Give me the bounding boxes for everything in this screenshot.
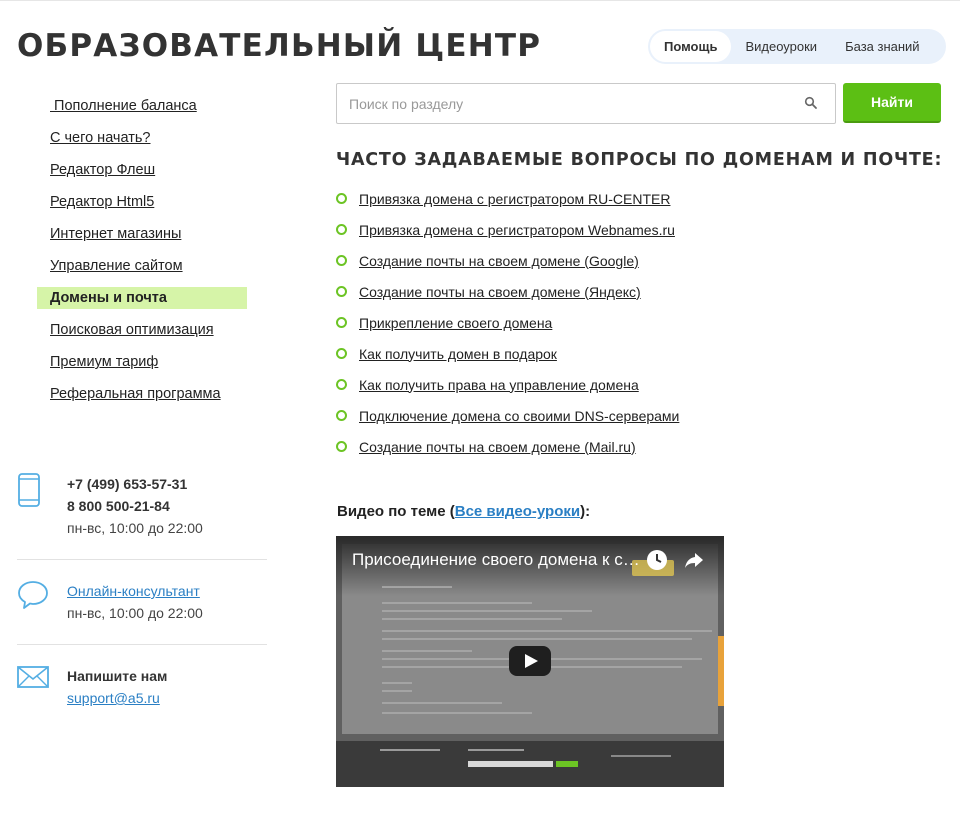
write-us-label: Напишите нам <box>67 668 168 684</box>
sidebar-item-online-stores[interactable]: Интернет магазины <box>37 218 247 250</box>
watch-later-icon[interactable] <box>646 549 668 571</box>
faq-link[interactable]: Прикрепление своего домена <box>359 315 552 331</box>
contact-divider <box>17 644 267 645</box>
sidebar-item-flash-editor[interactable]: Редактор Флеш <box>37 154 247 186</box>
share-icon[interactable] <box>683 550 705 570</box>
video-label-prefix: Видео по теме ( <box>337 503 455 520</box>
faq-link[interactable]: Как получить домен в подарок <box>359 346 557 362</box>
sidebar-item-getting-started[interactable]: С чего начать? <box>37 122 247 154</box>
video-scroll-accent <box>718 636 724 706</box>
bullet-circle-icon <box>336 379 347 390</box>
sidebar-item-domains-mail[interactable]: Домены и почта <box>37 287 247 309</box>
consultant-hours: пн-вс, 10:00 до 22:00 <box>67 605 203 621</box>
phone-number-2: 8 800 500-21-84 <box>67 498 170 514</box>
search-button[interactable]: Найти <box>843 83 941 123</box>
search-input[interactable] <box>336 83 836 124</box>
faq-link[interactable]: Создание почты на своем домене (Mail.ru) <box>359 439 636 455</box>
sidebar-item-premium[interactable]: Премиум тариф <box>37 346 247 378</box>
sidebar-nav: Пополнение баланса С чего начать? Редакт… <box>37 90 247 410</box>
bullet-circle-icon <box>336 441 347 452</box>
list-item: Создание почты на своем домене (Яндекс) <box>336 276 679 307</box>
list-item: Привязка домена с регистратором RU-CENTE… <box>336 183 679 214</box>
all-video-lessons-link[interactable]: Все видео-уроки <box>455 503 580 520</box>
sidebar-item-site-management[interactable]: Управление сайтом <box>37 250 247 282</box>
tab-video-lessons[interactable]: Видеоуроки <box>731 31 831 62</box>
bullet-circle-icon <box>336 348 347 359</box>
faq-link[interactable]: Создание почты на своем домене (Google) <box>359 253 639 269</box>
online-consultant-link[interactable]: Онлайн-консультант <box>67 580 203 602</box>
sidebar-item-seo[interactable]: Поисковая оптимизация <box>37 314 247 346</box>
chat-bubble-icon <box>18 581 48 609</box>
sidebar-item-html5-editor[interactable]: Редактор Html5 <box>37 186 247 218</box>
faq-link[interactable]: Привязка домена с регистратором RU-CENTE… <box>359 191 670 207</box>
faq-list: Привязка домена с регистратором RU-CENTE… <box>336 183 679 462</box>
bullet-circle-icon <box>336 286 347 297</box>
contact-consultant-block: Онлайн-консультант пн-вс, 10:00 до 22:00 <box>17 580 267 630</box>
sidebar-item-top-up-balance[interactable]: Пополнение баланса <box>37 90 247 122</box>
list-item: Прикрепление своего домена <box>336 307 679 338</box>
faq-link[interactable]: Подключение домена со своими DNS-сервера… <box>359 408 679 424</box>
bullet-circle-icon <box>336 410 347 421</box>
contact-divider <box>17 559 267 560</box>
tab-help[interactable]: Помощь <box>650 31 732 62</box>
video-title[interactable]: Присоединение своего домена к сайту <box>352 550 642 570</box>
list-item: Как получить домен в подарок <box>336 338 679 369</box>
bullet-circle-icon <box>336 255 347 266</box>
sidebar-item-referral[interactable]: Реферальная программа <box>37 378 247 410</box>
tab-knowledge-base[interactable]: База знаний <box>831 31 934 62</box>
list-item: Подключение домена со своими DNS-сервера… <box>336 400 679 431</box>
list-item: Создание почты на своем домене (Mail.ru) <box>336 431 679 462</box>
bullet-circle-icon <box>336 193 347 204</box>
video-player[interactable]: Присоединение своего домена к сайту <box>336 536 724 787</box>
bullet-circle-icon <box>336 317 347 328</box>
phone-icon <box>18 473 40 507</box>
page-title: ОБРАЗОВАТЕЛЬНЫЙ ЦЕНТР <box>17 28 542 64</box>
contact-phone-block: +7 (499) 653-57-31 8 800 500-21-84 пн-вс… <box>17 473 267 543</box>
top-border <box>0 0 960 1</box>
faq-heading: ЧАСТО ЗАДАВАЕМЫЕ ВОПРОСЫ ПО ДОМЕНАМ И ПО… <box>336 150 943 170</box>
phone-number-1: +7 (499) 653-57-31 <box>67 476 188 492</box>
top-tabs: Помощь Видеоуроки База знаний <box>648 29 946 64</box>
faq-link[interactable]: Создание почты на своем домене (Яндекс) <box>359 284 641 300</box>
faq-link[interactable]: Привязка домена с регистратором Webnames… <box>359 222 675 238</box>
search-icon[interactable] <box>804 96 818 110</box>
list-item: Создание почты на своем домене (Google) <box>336 245 679 276</box>
video-label-suffix: ): <box>580 503 591 520</box>
video-section-label: Видео по теме (Все видео-уроки): <box>337 503 590 520</box>
faq-link[interactable]: Как получить права на управление домена <box>359 377 639 393</box>
play-icon[interactable] <box>509 646 551 676</box>
video-thumbnail-footer <box>336 741 724 787</box>
support-email-link[interactable]: support@a5.ru <box>67 687 167 709</box>
envelope-icon <box>17 666 49 688</box>
phone-hours: пн-вс, 10:00 до 22:00 <box>67 520 203 536</box>
bullet-circle-icon <box>336 224 347 235</box>
list-item: Как получить права на управление домена <box>336 369 679 400</box>
list-item: Привязка домена с регистратором Webnames… <box>336 214 679 245</box>
contact-mail-block: Напишите нам support@a5.ru <box>17 665 267 715</box>
